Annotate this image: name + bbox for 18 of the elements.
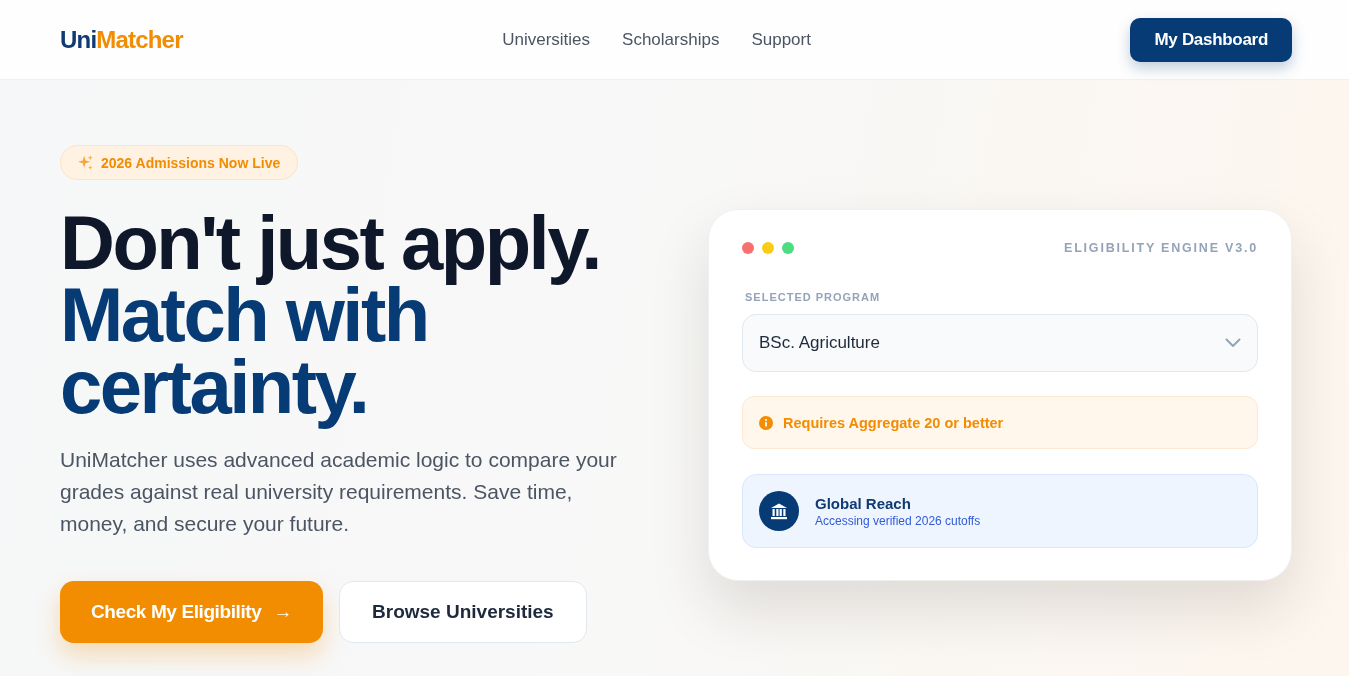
engine-title: ELIGIBILITY ENGINE V3.0 [1064,241,1258,255]
alert-text: Requires Aggregate 20 or better [783,414,1004,431]
info-subtitle: Accessing verified 2026 cutoffs [815,513,981,528]
dashboard-button[interactable]: My Dashboard [1130,17,1292,62]
nav-link[interactable]: Scholarships [622,29,720,50]
hero-description: UniMatcher uses advanced academic logic to compare your grades against real university requirements. Save time, money, and secure your future. [60,447,618,537]
program-select[interactable]: BSc. Agriculture [742,314,1258,372]
bank-icon [759,491,799,531]
nav-link[interactable]: Support [751,29,811,50]
logo[interactable]: UniMatcher [60,25,183,54]
chevron-down-icon [1225,338,1241,348]
sparkle-icon [78,155,93,170]
info-icon [759,415,773,430]
nav-link[interactable]: Universities [502,29,591,50]
field-label: SELECTED PROGRAM [745,291,881,303]
browse-universities-button[interactable]: Browse Universities [339,581,587,643]
badge-text: 2026 Admissions Now Live [101,154,281,171]
info-title: Global Reach [815,494,911,512]
